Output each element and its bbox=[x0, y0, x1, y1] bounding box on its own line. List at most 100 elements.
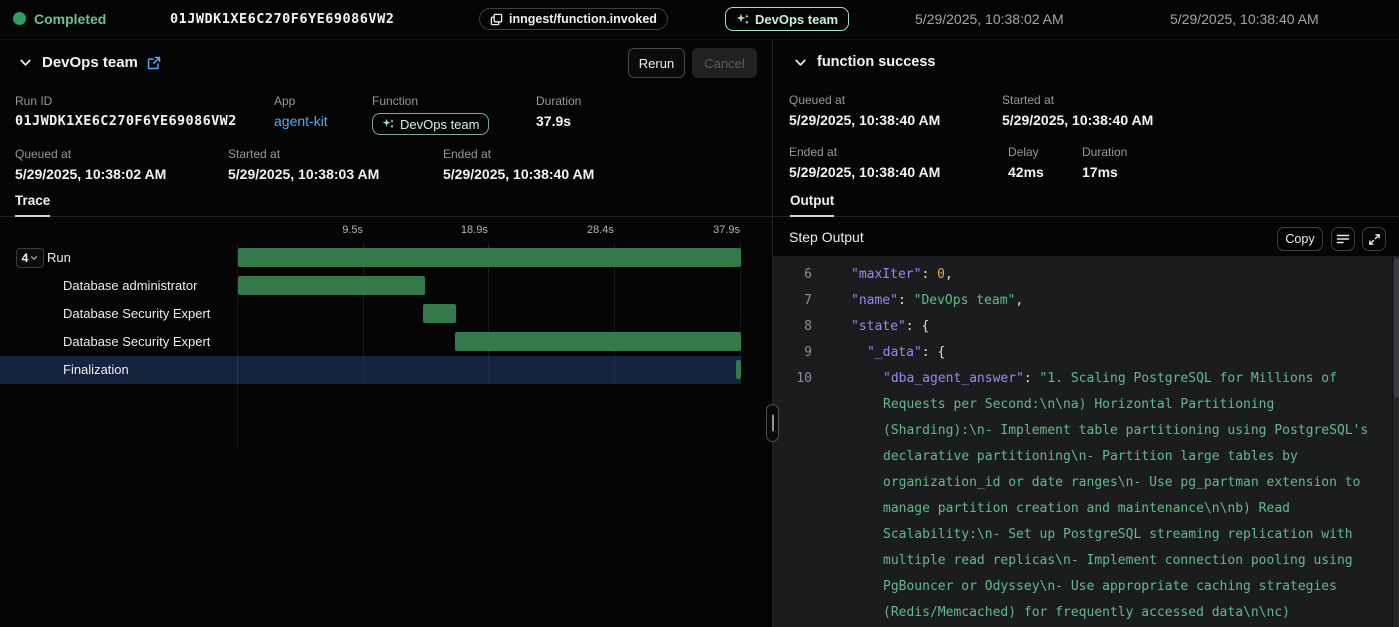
step-delay-label: Delay bbox=[1008, 145, 1044, 159]
field-app: App agent-kit bbox=[274, 94, 328, 129]
step-panel-title: function success bbox=[817, 54, 935, 70]
step-field-ended: Ended at 5/29/2025, 10:38:40 AM bbox=[789, 145, 940, 180]
field-ended-value: 5/29/2025, 10:38:40 AM bbox=[443, 166, 594, 182]
code-scrollbar[interactable] bbox=[1392, 256, 1399, 627]
field-run-id: Run ID 01JWDK1XE6C270F6YE69086VW2 bbox=[15, 94, 237, 129]
code-line-content: "maxIter": 0, bbox=[824, 262, 1382, 288]
expand-output-button[interactable] bbox=[1362, 227, 1386, 251]
step-panel-tabs: Output bbox=[774, 192, 1399, 217]
run-started-timestamp: 5/29/2025, 10:38:02 AM bbox=[915, 11, 1064, 27]
step-started-label: Started at bbox=[1002, 93, 1153, 107]
field-duration: Duration 37.9s bbox=[536, 94, 581, 129]
step-started-value: 5/29/2025, 10:38:40 AM bbox=[1002, 112, 1153, 128]
event-icon bbox=[490, 13, 503, 26]
code-line: 9 "_data": { bbox=[773, 340, 1399, 366]
trace-row-finalization[interactable]: Finalization bbox=[0, 356, 741, 384]
code-scrollbar-thumb[interactable] bbox=[1394, 258, 1399, 398]
trace-column-separator bbox=[237, 244, 238, 450]
field-function: Function DevOps team bbox=[372, 94, 489, 135]
trace-row-label: Database Security Expert bbox=[63, 306, 210, 321]
function-badge-label: DevOps team bbox=[400, 117, 479, 132]
sparkle-icon bbox=[736, 13, 749, 26]
code-line: 10"dba_agent_answer": "1. Scaling Postgr… bbox=[773, 366, 1399, 627]
field-started-label: Started at bbox=[228, 147, 379, 161]
tab-output[interactable]: Output bbox=[790, 193, 834, 217]
function-badge[interactable]: DevOps team bbox=[372, 113, 489, 135]
code-line-content: "state": { bbox=[824, 314, 1382, 340]
run-header-bar: Completed 01JWDK1XE6C270F6YE69086VW2 inn… bbox=[0, 0, 1399, 40]
cancel-button[interactable]: Cancel bbox=[692, 48, 757, 78]
step-queued-value: 5/29/2025, 10:38:40 AM bbox=[789, 112, 940, 128]
trace-span-bar[interactable] bbox=[455, 332, 741, 351]
line-number: 6 bbox=[773, 262, 812, 288]
step-ended-value: 5/29/2025, 10:38:40 AM bbox=[789, 164, 940, 180]
trace-row-label: Database Security Expert bbox=[63, 334, 210, 349]
trace-span-bar[interactable] bbox=[238, 248, 741, 267]
field-app-label: App bbox=[274, 94, 328, 108]
field-queued-label: Queued at bbox=[15, 147, 166, 161]
rerun-button[interactable]: Rerun bbox=[628, 48, 685, 78]
field-ended-at: Ended at 5/29/2025, 10:38:40 AM bbox=[443, 147, 594, 182]
step-field-started: Started at 5/29/2025, 10:38:40 AM bbox=[1002, 93, 1153, 128]
code-line: 8 "state": { bbox=[773, 314, 1399, 340]
status-completed-dot-icon bbox=[13, 12, 26, 25]
collapse-chevron-icon[interactable] bbox=[793, 55, 808, 70]
line-number: 9 bbox=[773, 340, 812, 366]
step-field-delay: Delay 42ms bbox=[1008, 145, 1044, 180]
run-ended-timestamp: 5/29/2025, 10:38:40 AM bbox=[1170, 11, 1319, 27]
trace-span-bar[interactable] bbox=[736, 360, 741, 379]
step-output-code[interactable]: 6 "maxIter": 0,7"name": "DevOps team",8 "s… bbox=[773, 256, 1399, 627]
run-panel-title: DevOps team bbox=[42, 54, 138, 71]
expand-children-button[interactable]: 4 bbox=[16, 248, 44, 268]
trigger-event-chip[interactable]: inngest/function.invoked bbox=[479, 8, 668, 30]
copy-button[interactable]: Copy bbox=[1277, 227, 1323, 251]
expand-icon bbox=[1368, 233, 1381, 246]
field-ended-label: Ended at bbox=[443, 147, 594, 161]
function-chip[interactable]: DevOps team bbox=[725, 7, 849, 31]
step-delay-value: 42ms bbox=[1008, 164, 1044, 180]
run-panel: DevOps team Rerun Cancel Run ID 01JWDK1X… bbox=[0, 40, 772, 627]
panel-resize-handle[interactable] bbox=[766, 404, 779, 442]
run-panel-header: DevOps team bbox=[18, 54, 161, 71]
step-panel-header: function success bbox=[793, 54, 935, 70]
wrap-lines-button[interactable] bbox=[1331, 227, 1355, 251]
trace-row-label: Finalization bbox=[63, 362, 129, 377]
external-link-icon[interactable] bbox=[147, 56, 161, 70]
code-line-content: "dba_agent_answer": "1. Scaling PostgreS… bbox=[824, 366, 1382, 627]
step-output-title: Step Output bbox=[789, 229, 864, 245]
step-duration-label: Duration bbox=[1082, 145, 1127, 159]
step-queued-label: Queued at bbox=[789, 93, 940, 107]
trace-row-run[interactable]: 4 Run bbox=[0, 244, 741, 272]
tab-trace[interactable]: Trace bbox=[15, 193, 50, 217]
trace-span-bar[interactable] bbox=[423, 304, 456, 323]
function-chip-label: DevOps team bbox=[755, 12, 838, 27]
step-ended-label: Ended at bbox=[789, 145, 940, 159]
trace-span-bar[interactable] bbox=[238, 276, 425, 295]
code-line-content: "_data": { bbox=[824, 340, 1382, 366]
code-line: 7"name": "DevOps team", bbox=[773, 288, 1399, 314]
code-line-content: "name": "DevOps team", bbox=[824, 288, 1382, 314]
axis-tick-label: 28.4s bbox=[587, 224, 615, 236]
trace-row-database-security-expert[interactable]: Database Security Expert bbox=[0, 328, 741, 356]
trace-row-database-administrator[interactable]: Database administrator bbox=[0, 272, 741, 300]
step-duration-value: 17ms bbox=[1082, 164, 1127, 180]
field-started-value: 5/29/2025, 10:38:03 AM bbox=[228, 166, 379, 182]
collapse-chevron-icon[interactable] bbox=[18, 55, 33, 70]
field-run-id-value: 01JWDK1XE6C270F6YE69086VW2 bbox=[15, 113, 237, 129]
run-panel-tabs: Trace bbox=[0, 192, 772, 217]
line-number: 8 bbox=[773, 314, 812, 340]
trace-row-label: Database administrator bbox=[63, 278, 197, 293]
child-count: 4 bbox=[22, 251, 29, 265]
sparkle-icon bbox=[382, 118, 394, 130]
field-duration-value: 37.9s bbox=[536, 113, 581, 129]
trace-waterfall: 9.5s18.9s28.4s37.9s 4RunDatabase adminis… bbox=[0, 218, 741, 458]
axis-tick-label: 37.9s bbox=[713, 224, 741, 236]
field-started-at: Started at 5/29/2025, 10:38:03 AM bbox=[228, 147, 379, 182]
code-line: 6 "maxIter": 0, bbox=[773, 262, 1399, 288]
trace-row-database-security-expert[interactable]: Database Security Expert bbox=[0, 300, 741, 328]
app-link[interactable]: agent-kit bbox=[274, 113, 328, 129]
trace-row-label: Run bbox=[47, 250, 71, 265]
run-id: 01JWDK1XE6C270F6YE69086VW2 bbox=[170, 11, 394, 27]
trigger-event-name: inngest/function.invoked bbox=[509, 12, 657, 26]
step-panel: function success Queued at 5/29/2025, 10… bbox=[773, 40, 1399, 627]
